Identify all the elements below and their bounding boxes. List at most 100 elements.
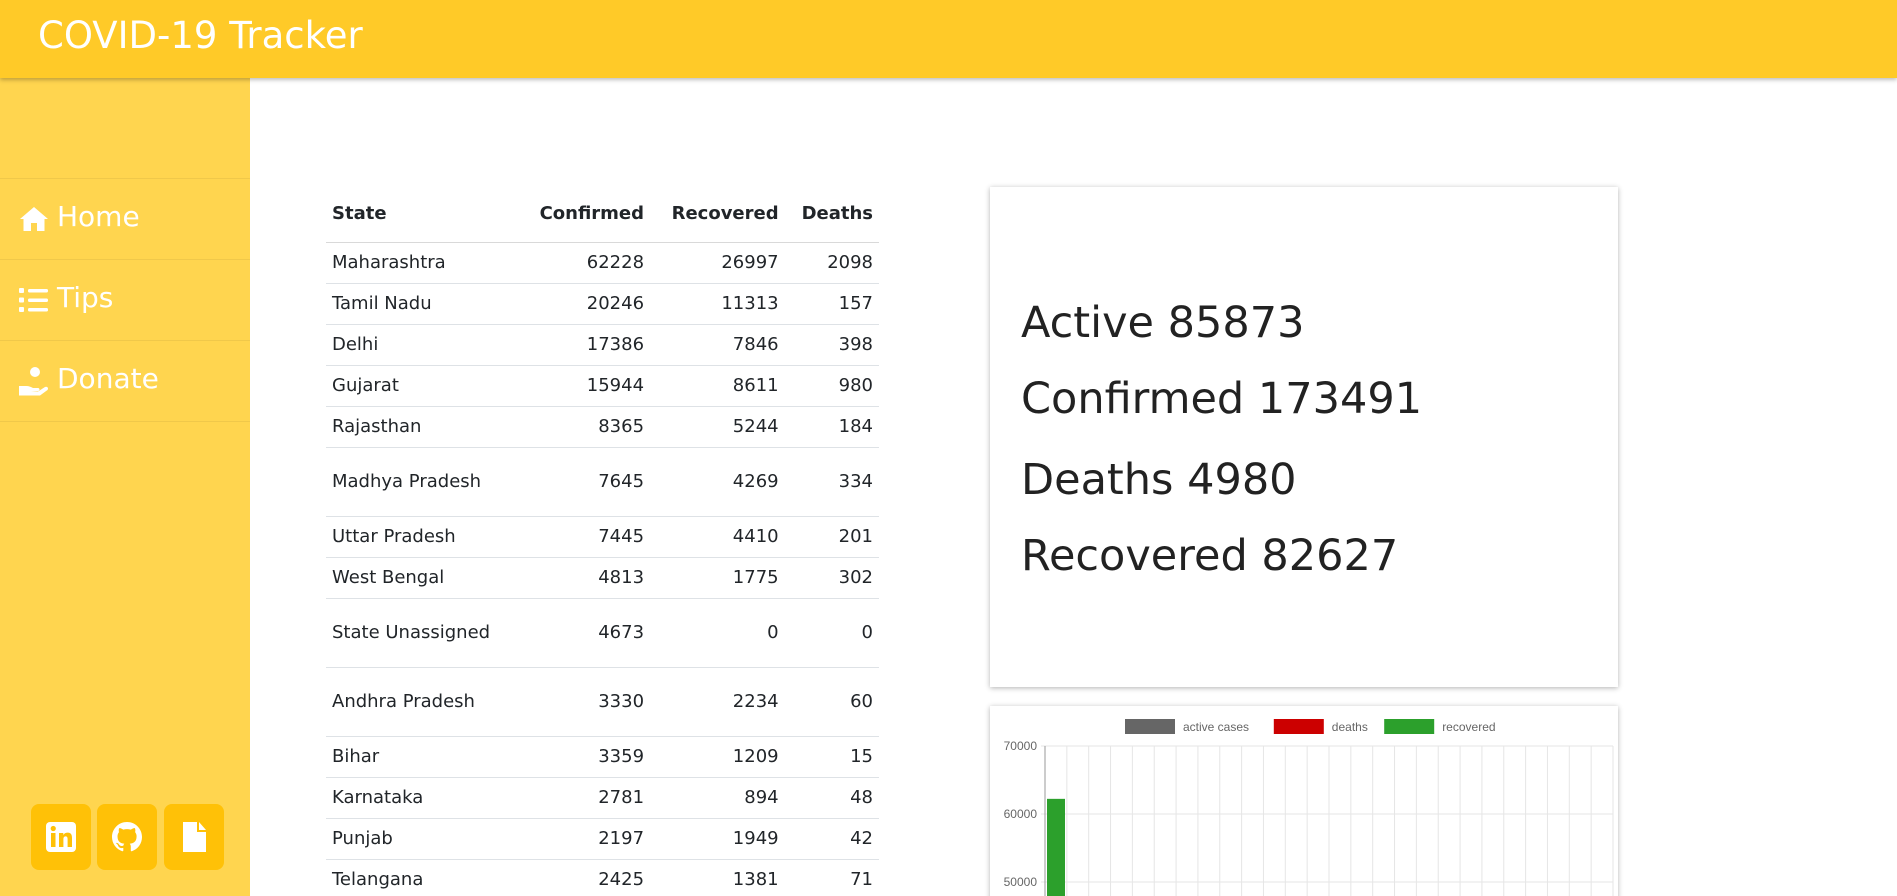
confirmed-cell: 7645	[518, 446, 651, 516]
sidebar-item-home[interactable]: Home	[0, 178, 250, 259]
confirmed-cell: 2425	[518, 858, 651, 896]
state-cell: Andhra Pradesh	[326, 666, 519, 736]
linkedin-button[interactable]	[31, 804, 91, 870]
confirmed-cell: 3359	[518, 735, 651, 777]
top-app-bar: COVID-19 Tracker	[0, 0, 1897, 78]
column-header-recovered: Recovered	[650, 185, 785, 243]
state-cell: Telangana	[326, 858, 519, 896]
deaths-cell: 157	[784, 282, 879, 324]
recovered-cell: 0	[650, 597, 785, 667]
recovered-cell: 11313	[650, 282, 785, 324]
confirmed-cell: 17386	[518, 323, 651, 365]
resume-button[interactable]	[164, 804, 224, 870]
recovered-count: Recovered 82627	[1021, 531, 1399, 581]
state-cell: State Unassigned	[326, 597, 519, 667]
donate-hand-icon	[19, 367, 49, 396]
confirmed-cell: 4673	[518, 597, 651, 667]
confirmed-cell: 4813	[518, 556, 651, 598]
table-row: Rajasthan 8365 5244 184	[326, 405, 879, 447]
github-button[interactable]	[97, 804, 157, 870]
sidebar-divider	[0, 421, 250, 422]
deaths-cell: 184	[784, 405, 879, 447]
confirmed-count: Confirmed 173491	[1021, 374, 1423, 424]
confirmed-cell: 62228	[518, 241, 651, 283]
active-count: Active 85873	[1021, 298, 1305, 348]
state-cell: West Bengal	[326, 556, 519, 598]
linkedin-icon	[46, 822, 76, 852]
legend-label: deaths	[1332, 720, 1368, 734]
table-row: West Bengal 4813 1775 302	[326, 556, 879, 598]
summary-card: Active 85873 Confirmed 173491 Deaths 498…	[990, 187, 1618, 687]
confirmed-cell: 8365	[518, 405, 651, 447]
recovered-cell: 4269	[650, 446, 785, 516]
confirmed-cell: 15944	[518, 364, 651, 406]
deaths-cell: 42	[784, 817, 879, 859]
document-icon	[183, 822, 206, 852]
table-row: Bihar 3359 1209 15	[326, 735, 879, 777]
deaths-cell: 15	[784, 735, 879, 777]
state-cell: Tamil Nadu	[326, 282, 519, 324]
table-row: Delhi 17386 7846 398	[326, 323, 879, 365]
recovered-cell: 2234	[650, 666, 785, 736]
column-header-deaths: Deaths	[784, 185, 879, 243]
recovered-cell: 8611	[650, 364, 785, 406]
table-row: Punjab 2197 1949 42	[326, 817, 879, 859]
app-title: COVID-19 Tracker	[38, 14, 363, 57]
recovered-cell: 26997	[650, 241, 785, 283]
deaths-count: Deaths 4980	[1021, 455, 1297, 505]
confirmed-cell: 7445	[518, 515, 651, 557]
chart-canvas: 70000 60000 50000 active cases deaths recover…	[1004, 719, 1614, 896]
state-cell: Karnataka	[326, 776, 519, 818]
state-cell: Gujarat	[326, 364, 519, 406]
states-table: State Confirmed Recovered Deaths Maharas…	[326, 185, 879, 896]
deaths-cell: 980	[784, 364, 879, 406]
recovered-cell: 7846	[650, 323, 785, 365]
deaths-cell: 71	[784, 858, 879, 896]
column-header-confirmed: Confirmed	[518, 185, 651, 243]
github-icon	[112, 822, 142, 852]
sidebar-item-label: Home	[57, 200, 140, 233]
legend-swatch	[1125, 719, 1175, 734]
deaths-cell: 201	[784, 515, 879, 557]
table-row: Gujarat 15944 8611 980	[326, 364, 879, 406]
deaths-cell: 0	[784, 597, 879, 667]
table-row: Madhya Pradesh 7645 4269 334	[326, 446, 879, 516]
state-cell: Bihar	[326, 735, 519, 777]
cases-bar-chart: 70000 60000 50000 active cases deaths recover…	[990, 706, 1618, 896]
deaths-cell: 302	[784, 556, 879, 598]
sidebar-item-label: Donate	[57, 362, 159, 395]
table-row: Karnataka 2781 894 48	[326, 776, 879, 818]
confirmed-cell: 2197	[518, 817, 651, 859]
list-icon	[19, 288, 48, 312]
deaths-cell: 60	[784, 666, 879, 736]
sidebar-item-label: Tips	[57, 281, 114, 314]
y-tick-label: 60000	[1004, 807, 1038, 821]
sidebar-item-tips[interactable]: Tips	[0, 259, 250, 340]
state-cell: Madhya Pradesh	[326, 446, 519, 516]
bar	[1047, 798, 1065, 896]
home-icon	[20, 207, 48, 231]
legend-label: recovered	[1442, 720, 1495, 734]
sidebar-item-donate[interactable]: Donate	[0, 340, 250, 421]
y-tick-label: 50000	[1004, 875, 1038, 889]
recovered-cell: 1209	[650, 735, 785, 777]
table-row: Tamil Nadu 20246 11313 157	[326, 282, 879, 324]
state-cell: Uttar Pradesh	[326, 515, 519, 557]
legend-swatch	[1384, 719, 1435, 734]
deaths-cell: 334	[784, 446, 879, 516]
table-row: Uttar Pradesh 7445 4410 201	[326, 515, 879, 557]
y-tick-label: 70000	[1004, 739, 1038, 753]
deaths-cell: 48	[784, 776, 879, 818]
table-header-row: State Confirmed Recovered Deaths	[326, 185, 879, 243]
recovered-cell: 1775	[650, 556, 785, 598]
state-cell: Maharashtra	[326, 241, 519, 283]
recovered-cell: 894	[650, 776, 785, 818]
recovered-cell: 1949	[650, 817, 785, 859]
confirmed-cell: 2781	[518, 776, 651, 818]
state-cell: Punjab	[326, 817, 519, 859]
recovered-cell: 4410	[650, 515, 785, 557]
state-cell: Rajasthan	[326, 405, 519, 447]
table-row: State Unassigned 4673 0 0	[326, 597, 879, 667]
table-row: Maharashtra 62228 26997 2098	[326, 241, 879, 283]
legend-label: active cases	[1183, 720, 1249, 734]
